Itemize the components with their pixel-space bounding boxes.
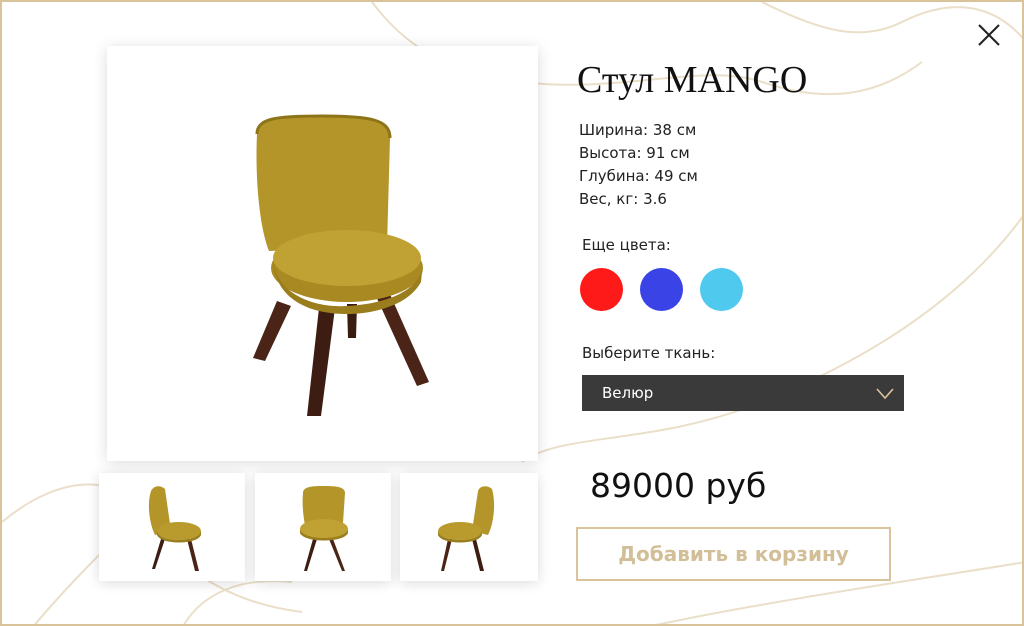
chair-front-illustration	[253, 114, 429, 416]
close-button[interactable]	[974, 20, 1004, 50]
product-thumbnail-2[interactable]	[255, 473, 391, 581]
fabric-selected-value: Велюр	[602, 384, 654, 402]
product-title: Стул MANGO	[577, 59, 808, 101]
product-modal: Стул MANGO Ширина: 38 см Высота: 91 см Г…	[0, 0, 1024, 626]
color-swatch-blue[interactable]	[640, 268, 683, 311]
spec-width: Ширина: 38 см	[579, 121, 697, 139]
close-icon	[978, 24, 1000, 46]
chair-side-illustration	[148, 486, 201, 571]
spec-height: Высота: 91 см	[579, 144, 690, 162]
product-thumbnail-1[interactable]	[99, 473, 245, 581]
chair-front-small-illustration	[300, 486, 348, 571]
colors-label: Еще цвета:	[582, 236, 671, 254]
color-swatch-light-blue[interactable]	[700, 268, 743, 311]
fabric-label: Выберите ткань:	[582, 344, 716, 362]
product-specs: Ширина: 38 см Высота: 91 см Глубина: 49 …	[579, 119, 698, 211]
fabric-select[interactable]: Велюр	[582, 375, 904, 411]
product-price: 89000 руб	[590, 466, 767, 505]
spec-weight: Вес, кг: 3.6	[579, 190, 667, 208]
product-thumbnail-3[interactable]	[400, 473, 538, 581]
product-main-image[interactable]	[107, 46, 538, 461]
add-to-cart-button[interactable]: Добавить в корзину	[576, 527, 891, 581]
color-swatch-red[interactable]	[580, 268, 623, 311]
spec-depth: Глубина: 49 см	[579, 167, 698, 185]
chevron-down-icon	[876, 386, 894, 404]
chair-back-side-illustration	[438, 486, 495, 571]
